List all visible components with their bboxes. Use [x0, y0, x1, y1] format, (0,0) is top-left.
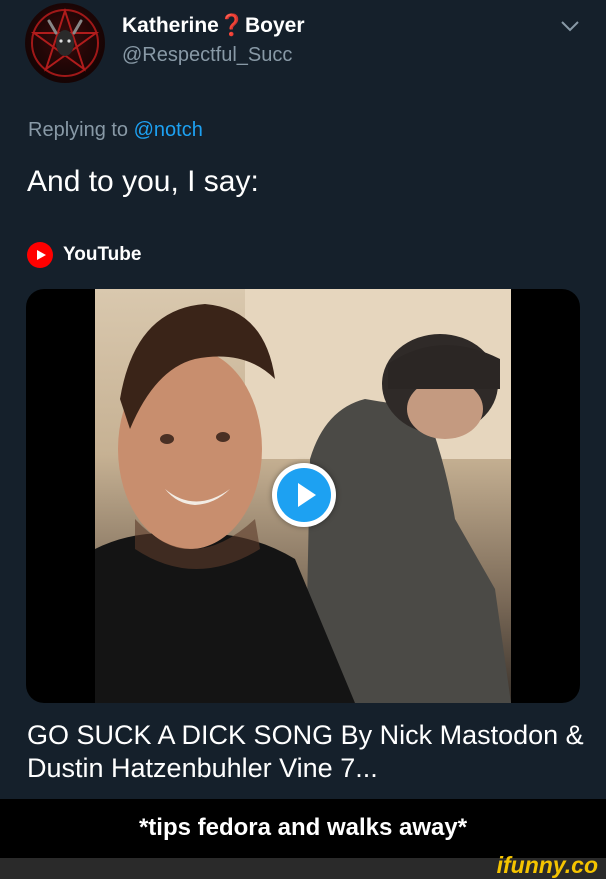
display-name[interactable]: Katherine❓Boyer	[122, 14, 305, 38]
video-title[interactable]: GO SUCK A DICK SONG By Nick Mastodon & D…	[27, 719, 587, 785]
avatar[interactable]	[25, 3, 105, 83]
replying-to: Replying to @notch	[28, 119, 203, 142]
embed-source[interactable]: YouTube	[27, 241, 141, 269]
play-button[interactable]	[272, 463, 336, 527]
play-icon	[277, 468, 331, 522]
chevron-down-icon[interactable]	[559, 18, 581, 34]
watermark-logo: ifunny.co	[496, 852, 598, 878]
user-handle[interactable]: @Respectful_Succ	[122, 44, 292, 67]
video-embed[interactable]	[26, 289, 580, 703]
embed-source-label: YouTube	[63, 244, 142, 265]
replying-prefix: Replying to	[28, 119, 134, 141]
tweet-text: And to you, I say:	[27, 165, 259, 198]
meme-caption: *tips fedora and walks away*	[138, 814, 468, 841]
youtube-logo-icon	[27, 242, 53, 268]
pentagram-icon	[30, 7, 100, 77]
mention-link[interactable]: @notch	[134, 119, 203, 141]
